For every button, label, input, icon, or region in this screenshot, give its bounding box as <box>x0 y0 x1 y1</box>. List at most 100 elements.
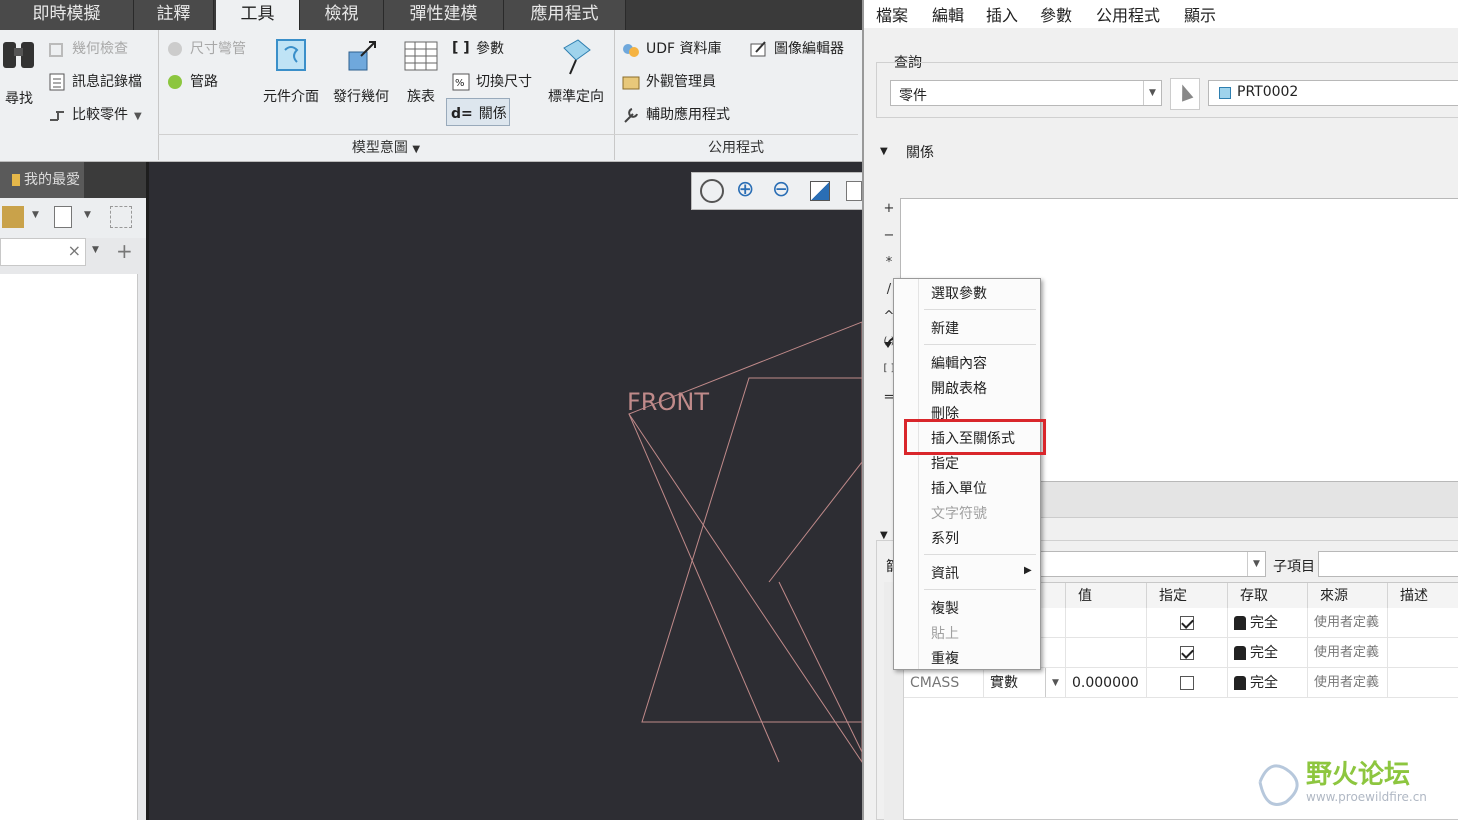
column-header-designated[interactable]: 指定 <box>1147 583 1228 609</box>
lookup-type-select[interactable]: 零件 ▼ <box>890 80 1162 106</box>
column-header-source[interactable]: 來源 <box>1308 583 1388 609</box>
graphics-window[interactable]: FRONT <box>149 162 862 820</box>
cell-source[interactable]: 使用者定義 <box>1308 668 1388 698</box>
tab-view[interactable]: 檢視 <box>300 0 384 30</box>
menu-item-duplicate[interactable]: 重複 <box>931 648 959 668</box>
menu-insert[interactable]: 插入 <box>986 2 1018 26</box>
menu-item-designate[interactable]: 指定 <box>931 453 959 473</box>
chevron-down-icon[interactable]: ▼ <box>32 210 39 220</box>
chevron-down-icon[interactable]: ▼ <box>1045 668 1065 697</box>
model-intent-group-label[interactable]: 模型意圖 ▼ <box>158 134 614 160</box>
tab-tools[interactable]: 工具 <box>216 0 300 30</box>
close-icon[interactable]: × <box>68 241 81 260</box>
dimension-bend-button[interactable]: 尺寸彎管 <box>166 38 246 58</box>
tab-flexible-modeling[interactable]: 彈性建模 <box>384 0 504 30</box>
cell-access[interactable]: 完全 <box>1228 638 1308 668</box>
saved-views-icon[interactable] <box>846 181 862 201</box>
menu-parameters[interactable]: 參數 <box>1040 2 1072 26</box>
cell-value[interactable]: 0.000000 <box>1066 668 1147 698</box>
cell-source[interactable]: 使用者定義 <box>1308 608 1388 638</box>
favorites-tab[interactable]: 我的最愛 <box>0 162 84 198</box>
cell-name[interactable]: CMASS <box>904 668 984 698</box>
menu-item-select-parameter[interactable]: 選取參數 <box>931 283 987 303</box>
operator-multiply-button[interactable]: * <box>882 255 896 270</box>
menu-item-new[interactable]: 新建 <box>931 318 959 338</box>
model-tree[interactable] <box>0 274 138 820</box>
lookup-object-field[interactable]: PRT0002 <box>1208 80 1458 106</box>
menu-item-family[interactable]: 系列 <box>931 528 959 548</box>
menu-edit[interactable]: 編輯 <box>932 2 964 26</box>
cell-designated[interactable] <box>1147 608 1228 638</box>
show-options-icon[interactable] <box>54 206 72 228</box>
geometry-check-button[interactable]: 幾何檢查 <box>48 38 128 58</box>
zoom-out-icon[interactable]: ⊖ <box>772 177 790 202</box>
find-button[interactable]: 尋找 <box>0 36 38 108</box>
cell-access[interactable]: 完全 <box>1228 608 1308 638</box>
designated-checkbox[interactable] <box>1180 676 1194 690</box>
chevron-down-icon[interactable]: ▼ <box>134 111 142 122</box>
component-interface-button[interactable]: 元件介面 <box>260 36 322 106</box>
cell-type[interactable]: 實數 ▼ <box>984 668 1066 698</box>
refit-icon[interactable] <box>700 179 724 203</box>
add-icon[interactable]: + <box>116 239 133 263</box>
standard-orientation-button[interactable]: 標準定向 <box>544 36 608 106</box>
designated-checkbox[interactable] <box>1180 616 1194 630</box>
cell-designated[interactable] <box>1147 668 1228 698</box>
menu-display[interactable]: 顯示 <box>1184 2 1216 26</box>
message-log-button[interactable]: 訊息記錄檔 <box>48 71 142 91</box>
column-header-value[interactable]: 值 <box>1066 583 1147 609</box>
udf-library-button[interactable]: UDF 資料庫 <box>622 38 722 58</box>
family-table-button[interactable]: 族表 <box>398 36 444 106</box>
tree-settings-icon[interactable] <box>2 206 24 228</box>
menu-separator <box>924 344 1036 345</box>
cell-description[interactable] <box>1388 668 1458 698</box>
relations-button[interactable]: d= 關係 <box>446 98 510 126</box>
child-items-select[interactable] <box>1318 551 1458 577</box>
tree-search-input[interactable]: × <box>0 238 86 266</box>
splitter-bar[interactable] <box>1040 482 1458 518</box>
appearance-manager-label: 外觀管理員 <box>646 74 716 90</box>
parameter-filter-select[interactable]: ▼ <box>1040 551 1266 577</box>
appearance-manager-button[interactable]: 外觀管理員 <box>622 71 716 91</box>
operator-minus-button[interactable]: − <box>882 228 896 243</box>
relations-toolbar: d10.0 =? fx [ ] <box>880 166 1458 359</box>
cell-description[interactable] <box>1388 638 1458 668</box>
cell-source[interactable]: 使用者定義 <box>1308 638 1388 668</box>
auxiliary-applications-button[interactable]: 輔助應用程式 <box>622 104 730 124</box>
menu-item-insert-unit[interactable]: 插入單位 <box>931 478 987 498</box>
menu-item-open-table[interactable]: 開啟表格 <box>931 378 987 398</box>
piping-button[interactable]: 管路 <box>166 71 218 91</box>
menu-item-copy[interactable]: 複製 <box>931 598 959 618</box>
compare-part-button[interactable]: 比較零件 ▼ <box>48 104 142 124</box>
cell-value[interactable] <box>1066 608 1147 638</box>
parameters-button[interactable]: [ ] 參數 <box>452 38 504 58</box>
tab-applications[interactable]: 應用程式 <box>504 0 626 30</box>
column-header-access[interactable]: 存取 <box>1228 583 1308 609</box>
menu-item-text-symbol[interactable]: 文字符號 <box>931 503 987 523</box>
menu-item-paste[interactable]: 貼上 <box>931 623 959 643</box>
menu-utilities[interactable]: 公用程式 <box>1096 2 1160 26</box>
chevron-down-icon[interactable]: ▼ <box>84 210 91 220</box>
cell-designated[interactable] <box>1147 638 1228 668</box>
collapse-triangle-icon[interactable]: ▼ <box>880 146 888 157</box>
tab-live-simulation[interactable]: 即時模擬 <box>0 0 134 30</box>
select-object-button[interactable] <box>1170 78 1200 110</box>
menu-file[interactable]: 檔案 <box>876 2 908 26</box>
menu-item-edit-properties[interactable]: 編輯內容 <box>931 353 987 373</box>
chevron-down-icon[interactable]: ▼ <box>92 245 99 255</box>
column-header-description[interactable]: 描述 <box>1388 583 1458 609</box>
repaint-icon[interactable] <box>810 181 830 201</box>
cell-value[interactable] <box>1066 638 1147 668</box>
operator-plus-button[interactable]: + <box>882 201 896 216</box>
geometry-check-icon <box>48 40 66 58</box>
cell-description[interactable] <box>1388 608 1458 638</box>
zoom-in-icon[interactable]: ⊕ <box>736 177 754 202</box>
designated-checkbox[interactable] <box>1180 646 1194 660</box>
image-editor-button[interactable]: 圖像編輯器 <box>750 38 844 58</box>
cell-access[interactable]: 完全 <box>1228 668 1308 698</box>
switch-dimensions-button[interactable]: % 切換尺寸 <box>452 71 532 91</box>
tab-annotate[interactable]: 註釋 <box>134 0 214 30</box>
filter-icon[interactable] <box>110 206 132 228</box>
publish-geometry-button[interactable]: 發行幾何 <box>330 36 392 106</box>
menu-item-info[interactable]: 資訊 <box>931 563 959 583</box>
